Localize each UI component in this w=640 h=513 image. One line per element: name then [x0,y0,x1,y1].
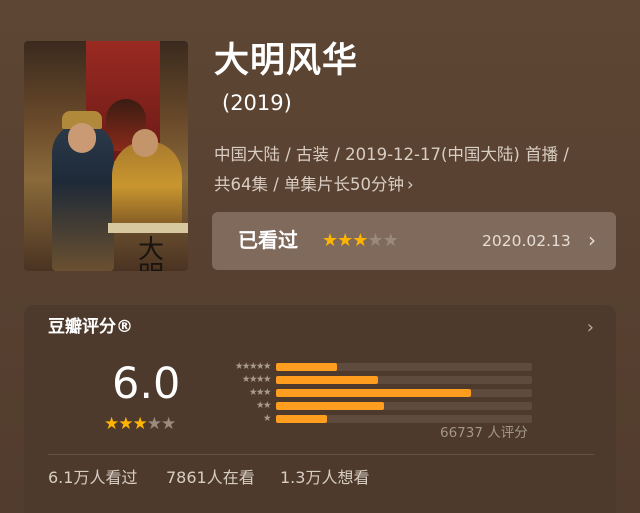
distribution-bar-fill [276,402,384,410]
chevron-right-icon: › [407,175,414,194]
stat-watching[interactable]: 7861人在看 [166,470,255,486]
star-icon: ★ [118,414,133,434]
distribution-star-label: ★★★★ [241,374,272,385]
watched-date: 2020.02.13 [482,232,571,250]
poster-face-right [132,129,158,157]
distribution-bar-fill [276,389,471,397]
distribution-star-label: ★★ [255,400,272,411]
watched-label: 已看过 [238,228,298,252]
douban-score: 6.0 [112,359,181,409]
distribution-bar-fill [276,415,328,423]
douban-score-stars: ★★★★★ [104,414,176,434]
watched-status-button[interactable]: 已看过 ★★★★★ 2020.02.13 › [212,212,616,270]
distribution-row-1-star: ★ [204,412,564,425]
meta-line-1: 中国大陆 / 古装 / 2019-12-17(中国大陆) 首播 / [214,145,569,164]
star-outline-icon: ★ [382,230,399,251]
user-rating-stars: ★★★★★ [322,230,399,251]
star-outline-icon: ★ [146,414,162,434]
star-icon: ★ [104,414,119,434]
meta-line-2: 共64集 / 单集片长50分钟 › [214,170,614,200]
distribution-bar-track [276,402,532,410]
distribution-bar-track [276,389,532,397]
distribution-row-3-star: ★★★ [204,386,564,399]
star-icon: ★ [132,414,148,434]
chevron-right-icon: › [588,228,596,252]
distribution-star-label: ★ [262,413,272,424]
poster-calligraphy: 大明 [138,235,165,271]
distribution-bar-fill [276,376,379,384]
show-meta[interactable]: 中国大陆 / 古装 / 2019-12-17(中国大陆) 首播 / 共64集 /… [214,140,614,200]
star-icon: ★ [352,230,368,251]
poster-table [108,223,188,233]
star-icon: ★ [322,230,338,251]
distribution-bar-track [276,376,532,384]
distribution-bar-track [276,415,532,423]
stat-watched[interactable]: 6.1万人看过 [48,470,137,486]
distribution-star-label: ★★★★★ [234,361,272,372]
stat-want-to-watch[interactable]: 1.3万人想看 [280,470,369,486]
rating-count: 66737 人评分 [440,425,528,441]
poster-image[interactable]: 大明 [24,41,188,271]
distribution-bar-track [276,363,532,371]
distribution-star-label: ★★★ [248,387,272,398]
distribution-row-5-star: ★★★★★ [204,360,564,373]
star-icon: ★ [337,230,353,251]
show-year: (2019) [222,91,292,115]
douban-rating-heading: 豆瓣评分® [48,317,133,337]
divider [48,454,594,455]
distribution-row-4-star: ★★★★ [204,373,564,386]
poster-face-left [68,123,96,153]
douban-rating-card[interactable]: 豆瓣评分® › 6.0 ★★★★★ ★★★★★ ★★★★ ★★★ ★★ ★ 66737 … [24,305,616,513]
meta-line-2-text: 共64集 / 单集片长50分钟 [214,175,405,194]
star-outline-icon: ★ [161,414,176,434]
chevron-right-icon[interactable]: › [587,319,594,337]
distribution-row-2-star: ★★ [204,399,564,412]
star-outline-icon: ★ [367,230,383,251]
show-title: 大明风华 [214,41,359,81]
distribution-bar-fill [276,363,338,371]
